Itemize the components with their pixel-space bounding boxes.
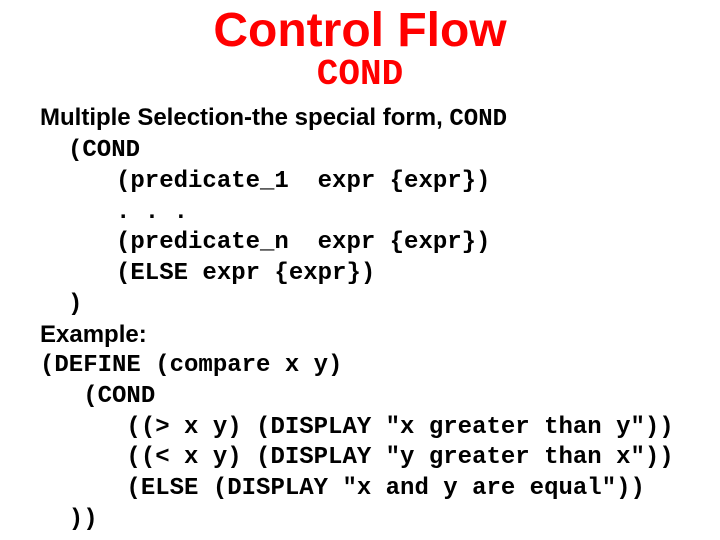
example-label: Example: [40,320,680,351]
example-line-5: (ELSE (DISPLAY "x and y are equal")) [40,474,680,505]
slide-body: Multiple Selection-the special form, CON… [0,95,720,535]
syntax-line-1: (predicate_1 expr {expr}) [40,167,680,198]
syntax-line-4: (ELSE expr {expr}) [40,259,680,290]
example-line-6: )) [40,505,680,536]
lead-keyword: COND [449,106,507,133]
slide: Control Flow COND Multiple Selection-the… [0,0,720,540]
example-line-2: (COND [40,382,680,413]
lead-line: Multiple Selection-the special form, CON… [40,103,680,136]
lead-text: Multiple Selection-the special form, [40,104,449,131]
syntax-close: ) [40,290,680,321]
syntax-open: (COND [40,136,680,167]
example-line-4: ((< x y) (DISPLAY "y greater than x")) [40,443,680,474]
slide-title: Control Flow [0,0,720,56]
example-line-3: ((> x y) (DISPLAY "x greater than y")) [40,413,680,444]
syntax-line-3: (predicate_n expr {expr}) [40,228,680,259]
slide-subtitle: COND [0,54,720,95]
syntax-line-2: . . . [40,198,680,229]
example-line-1: (DEFINE (compare x y) [40,351,680,382]
